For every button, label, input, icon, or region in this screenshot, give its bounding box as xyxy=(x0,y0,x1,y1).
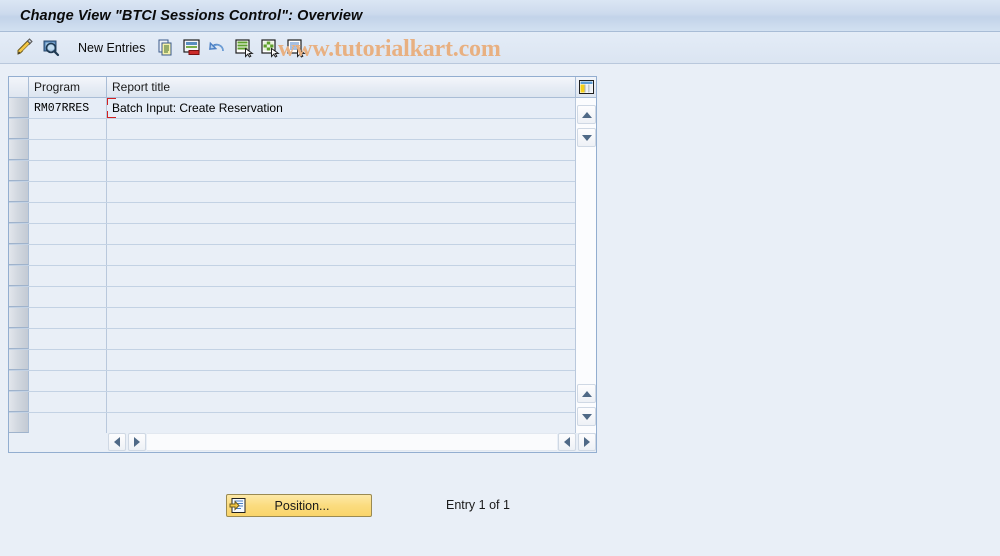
cell-program-empty[interactable] xyxy=(29,119,107,139)
table-row[interactable] xyxy=(9,308,577,329)
pencil-edit-icon[interactable] xyxy=(14,37,36,59)
cell-program-empty[interactable] xyxy=(29,371,107,391)
hscroll-track[interactable] xyxy=(147,433,557,451)
grid-horizontal-scrollbar[interactable] xyxy=(108,432,596,452)
select-all-icon[interactable] xyxy=(233,37,255,59)
new-entries-button[interactable]: New Entries xyxy=(78,41,145,55)
cell-report-title-empty[interactable] xyxy=(107,413,577,433)
cell-report-title-empty[interactable] xyxy=(107,308,577,328)
row-selector-button[interactable] xyxy=(9,308,29,328)
undo-icon[interactable] xyxy=(207,37,229,59)
application-toolbar: New Entries xyxy=(0,32,1000,64)
table-row[interactable] xyxy=(9,119,577,140)
cell-report-title-empty[interactable] xyxy=(107,119,577,139)
cell-report-title-empty[interactable] xyxy=(107,182,577,202)
row-selector-button[interactable] xyxy=(9,98,29,118)
position-icon xyxy=(229,497,247,515)
grid-select-all-corner[interactable] xyxy=(9,77,29,98)
table-row[interactable]: RM07RRES Batch Input: Create Reservation xyxy=(9,98,577,119)
position-button-label: Position... xyxy=(274,498,330,513)
cell-program-empty[interactable] xyxy=(29,161,107,181)
row-selector-button[interactable] xyxy=(9,119,29,139)
row-selector-button[interactable] xyxy=(9,329,29,349)
delete-row-icon[interactable] xyxy=(181,37,203,59)
deselect-all-icon[interactable] xyxy=(259,37,281,59)
cell-report-title-empty[interactable] xyxy=(107,161,577,181)
row-selector-button[interactable] xyxy=(9,266,29,286)
table-row[interactable] xyxy=(9,287,577,308)
scroll-far-right-icon[interactable] xyxy=(578,433,596,451)
row-selector-button[interactable] xyxy=(9,245,29,265)
row-selector-button[interactable] xyxy=(9,392,29,412)
grid-vertical-scrollbar[interactable] xyxy=(575,98,596,433)
row-selector-button[interactable] xyxy=(9,350,29,370)
row-selector-button[interactable] xyxy=(9,287,29,307)
scroll-down-icon[interactable] xyxy=(577,128,596,147)
cell-program-empty[interactable] xyxy=(29,266,107,286)
cell-program-empty[interactable] xyxy=(29,392,107,412)
row-selector-button[interactable] xyxy=(9,224,29,244)
cell-report-title-empty[interactable] xyxy=(107,140,577,160)
cell-program[interactable]: RM07RRES xyxy=(29,98,107,118)
cell-report-title-empty[interactable] xyxy=(107,203,577,223)
cell-report-title-empty[interactable] xyxy=(107,329,577,349)
table-row[interactable] xyxy=(9,371,577,392)
row-selector-button[interactable] xyxy=(9,140,29,160)
entry-status-text: Entry 1 of 1 xyxy=(446,498,510,512)
table-row[interactable] xyxy=(9,413,577,433)
table-row[interactable] xyxy=(9,203,577,224)
column-header-program[interactable]: Program xyxy=(29,77,107,98)
row-selector-button[interactable] xyxy=(9,203,29,223)
page-title: Change View "BTCI Sessions Control": Ove… xyxy=(20,7,363,24)
details-icon[interactable] xyxy=(285,37,307,59)
scroll-left-icon[interactable] xyxy=(108,433,126,451)
cell-report-title[interactable]: Batch Input: Create Reservation xyxy=(107,98,577,118)
table-row[interactable] xyxy=(9,245,577,266)
cell-program-empty[interactable] xyxy=(29,140,107,160)
table-row[interactable] xyxy=(9,182,577,203)
position-button[interactable]: Position... xyxy=(226,494,372,517)
cell-program-empty[interactable] xyxy=(29,245,107,265)
scroll-far-left-icon[interactable] xyxy=(558,433,576,451)
cell-report-title-empty[interactable] xyxy=(107,371,577,391)
cell-program-empty[interactable] xyxy=(29,203,107,223)
cell-report-title-empty[interactable] xyxy=(107,287,577,307)
scroll-page-down-icon[interactable] xyxy=(577,407,596,426)
cell-program-empty[interactable] xyxy=(29,329,107,349)
copy-as-icon[interactable] xyxy=(155,37,177,59)
cell-program-empty[interactable] xyxy=(29,287,107,307)
magnifier-display-icon[interactable] xyxy=(40,37,62,59)
cell-report-title-empty[interactable] xyxy=(107,245,577,265)
cell-report-title-text: Batch Input: Create Reservation xyxy=(112,101,283,115)
grid-header-row: Program Report title xyxy=(9,77,596,98)
table-settings-icon[interactable] xyxy=(575,77,596,98)
cell-program-empty[interactable] xyxy=(29,308,107,328)
grid-body: RM07RRES Batch Input: Create Reservation xyxy=(9,98,577,433)
table-row[interactable] xyxy=(9,161,577,182)
row-selector-button[interactable] xyxy=(9,413,29,433)
cell-program-empty[interactable] xyxy=(29,350,107,370)
table-row[interactable] xyxy=(9,350,577,371)
cell-program-empty[interactable] xyxy=(29,224,107,244)
table-row[interactable] xyxy=(9,329,577,350)
scroll-right-icon[interactable] xyxy=(128,433,146,451)
row-selector-button[interactable] xyxy=(9,161,29,181)
cell-program-empty[interactable] xyxy=(29,182,107,202)
cell-report-title-empty[interactable] xyxy=(107,266,577,286)
cell-report-title-empty[interactable] xyxy=(107,224,577,244)
cell-program-empty[interactable] xyxy=(29,413,107,433)
window-title-bar: Change View "BTCI Sessions Control": Ove… xyxy=(0,0,1000,32)
table-row[interactable] xyxy=(9,392,577,413)
table-row[interactable] xyxy=(9,224,577,245)
scroll-page-up-icon[interactable] xyxy=(577,384,596,403)
scroll-up-icon[interactable] xyxy=(577,105,596,124)
cell-report-title-empty[interactable] xyxy=(107,350,577,370)
table-row[interactable] xyxy=(9,140,577,161)
row-selector-button[interactable] xyxy=(9,182,29,202)
data-grid: Program Report title RM07RRES Batch Input… xyxy=(8,76,597,453)
row-selector-button[interactable] xyxy=(9,371,29,391)
cell-report-title-empty[interactable] xyxy=(107,392,577,412)
table-row[interactable] xyxy=(9,266,577,287)
column-header-report-title[interactable]: Report title xyxy=(107,77,577,98)
